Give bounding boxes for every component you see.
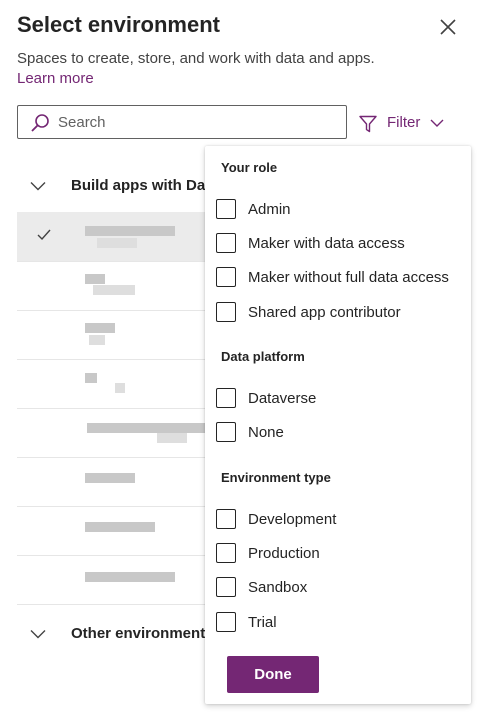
environment-row[interactable] [17,359,207,409]
chevron-down-icon [30,630,46,639]
filter-button[interactable]: Filter [358,108,450,138]
redacted-text [93,285,135,295]
checkbox[interactable] [216,577,236,597]
checkmark-icon [37,229,51,241]
redacted-text [85,522,155,532]
chevron-down-icon [430,119,444,127]
redacted-text [115,383,125,393]
dialog-title: Select environment [17,12,220,37]
chevron-down-icon [30,182,46,191]
checkbox[interactable] [216,302,236,322]
checkbox-dataverse[interactable]: Dataverse [216,388,466,412]
close-icon[interactable] [437,16,459,38]
checkbox-label: Trial [248,614,277,631]
checkbox-trial[interactable]: Trial [216,612,466,636]
checkbox-label: None [248,424,284,441]
redacted-text [89,335,105,345]
environment-row[interactable] [17,408,207,458]
checkbox-development[interactable]: Development [216,509,466,533]
dialog-subtitle: Spaces to create, store, and work with d… [17,50,375,67]
checkbox[interactable] [216,543,236,563]
checkbox-maker-data-access[interactable]: Maker with data access [216,233,466,257]
search-icon [31,114,49,132]
environment-row[interactable] [17,212,207,262]
redacted-text [97,238,137,248]
learn-more-link[interactable]: Learn more [17,70,94,87]
done-button[interactable]: Done [227,656,319,693]
checkbox-label: Shared app contributor [248,304,401,321]
checkbox-label: Maker without full data access [248,269,449,286]
checkbox[interactable] [216,233,236,253]
checkbox-label: Maker with data access [248,235,405,252]
checkbox-none[interactable]: None [216,422,466,446]
filter-panel: Your role Admin Maker with data access M… [205,146,471,704]
checkbox-label: Sandbox [248,579,308,596]
checkbox-label: Dataverse [248,390,317,407]
filter-label: Filter [387,114,421,131]
redacted-text [85,572,175,582]
redacted-text [85,473,135,483]
group-label: Other environment [71,625,206,642]
checkbox-shared-app-contributor[interactable]: Shared app contributor [216,302,466,326]
group-label: Build apps with Da [71,177,206,194]
checkbox[interactable] [216,509,236,529]
filter-icon [359,115,377,133]
section-title-role: Your role [221,160,278,175]
redacted-text [85,226,175,236]
redacted-text [85,373,97,383]
group-header-build-apps[interactable]: Build apps with Da [0,177,205,197]
section-title-platform: Data platform [221,349,305,364]
redacted-text [87,423,207,433]
search-input[interactable] [58,106,338,138]
checkbox-production[interactable]: Production [216,543,466,567]
checkbox[interactable] [216,388,236,408]
environment-row[interactable] [17,555,207,605]
search-box[interactable] [17,105,347,139]
environment-row[interactable] [17,506,207,556]
checkbox-label: Production [248,545,320,562]
checkbox-admin[interactable]: Admin [216,199,466,223]
checkbox-label: Development [248,511,337,528]
environment-row[interactable] [17,261,207,311]
checkbox-maker-without-full-access[interactable]: Maker without full data access [216,267,466,291]
checkbox[interactable] [216,422,236,442]
checkbox[interactable] [216,267,236,287]
redacted-text [85,274,105,284]
environment-row[interactable] [17,310,207,360]
redacted-text [157,433,187,443]
environment-row[interactable] [17,457,207,507]
section-title-type: Environment type [221,470,331,485]
checkbox[interactable] [216,612,236,632]
redacted-text [85,323,115,333]
checkbox-label: Admin [248,201,291,218]
checkbox-sandbox[interactable]: Sandbox [216,577,466,601]
group-header-other[interactable]: Other environment [0,625,205,645]
checkbox[interactable] [216,199,236,219]
